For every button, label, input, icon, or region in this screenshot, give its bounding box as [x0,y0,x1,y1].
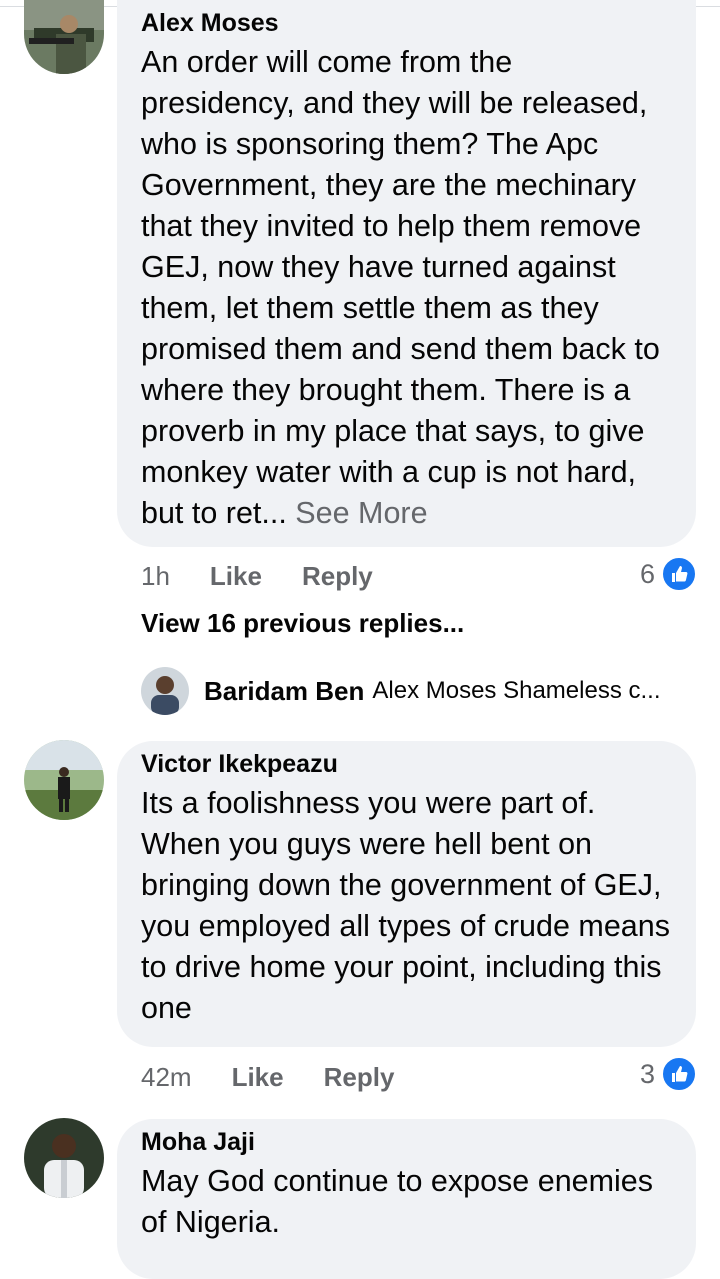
comment-author[interactable]: Alex Moses [141,8,674,38]
avatar[interactable] [24,740,104,820]
avatar[interactable] [141,667,189,715]
comment-text: May God continue to expose enemies of Ni… [141,1164,654,1239]
comment-time[interactable]: 42m [141,1062,192,1093]
reaction-count: 6 [640,558,656,589]
like-thumb-icon [661,1056,698,1092]
latest-reply[interactable]: Baridam Ben Alex Moses Shameless c... [141,666,661,716]
avatar[interactable] [24,1118,104,1198]
comment-text: Its a foolishness you were part of. When… [141,786,670,1025]
comment-bubble: Moha Jaji May God continue to expose ene… [117,1119,696,1279]
comment-bubble: Alex Moses An order will come from the p… [117,0,696,547]
see-more-link[interactable]: See More [295,496,427,530]
comment-actions: 1h Like Reply [141,556,373,596]
like-button[interactable]: Like [210,561,262,592]
avatar[interactable] [24,0,104,74]
like-button[interactable]: Like [232,1062,284,1093]
reply-author[interactable]: Baridam Ben [204,676,364,707]
like-thumb-icon [661,556,698,592]
avatar-photo [24,0,104,74]
comment-actions: 42m Like Reply [141,1057,394,1097]
avatar-photo [24,740,104,820]
comment-time[interactable]: 1h [141,561,170,592]
comment-bubble: Victor Ikekpeazu Its a foolishness you w… [117,741,696,1047]
view-previous-replies[interactable]: View 16 previous replies... [141,608,464,639]
reaction-summary[interactable]: 3 [640,1056,698,1092]
comment-text-content: An order will come from the presidency, … [141,45,660,530]
comment-author[interactable]: Victor Ikekpeazu [141,749,674,779]
avatar-photo [141,667,189,715]
reply-button[interactable]: Reply [324,1062,395,1093]
reaction-summary[interactable]: 6 [640,556,698,592]
reaction-count: 3 [640,1058,656,1089]
comment-author[interactable]: Moha Jaji [141,1127,674,1157]
avatar-photo [24,1118,104,1198]
comment-text: An order will come from the presidency, … [141,42,674,534]
reply-button[interactable]: Reply [302,561,373,592]
reply-snippet: Alex Moses Shameless c... [372,677,661,704]
